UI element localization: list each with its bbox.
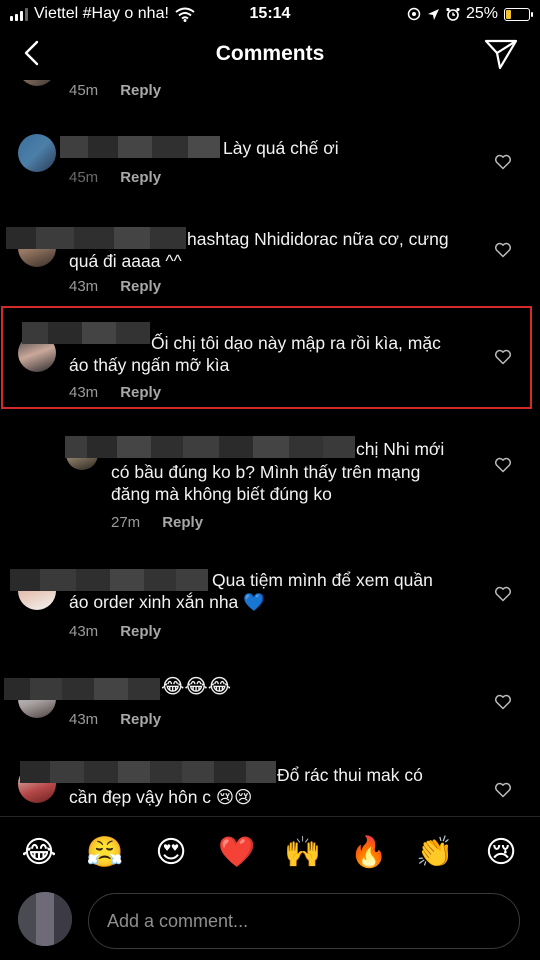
reply-button[interactable]: Reply [120, 711, 161, 728]
comment-time: 43m [69, 623, 99, 640]
battery-icon [504, 7, 533, 21]
comment-meta: 43m Reply [69, 278, 161, 295]
battery-percent: 25% [465, 5, 498, 22]
comment-meta: 45m Reply [69, 169, 161, 186]
heart-icon[interactable] [494, 585, 512, 603]
username-blurred[interactable] [65, 436, 355, 458]
comment-item: hashtag Nhididorac nữa cơ, cưng quá đi a… [0, 215, 540, 300]
reply-button[interactable]: Reply [120, 278, 161, 295]
comment-text-line1: Qua tiệm mình để xem quần [212, 570, 433, 590]
username-blurred[interactable] [4, 678, 160, 700]
reply-button[interactable]: Reply [162, 514, 203, 531]
emoji-triumph-button[interactable]: 😤 [85, 837, 125, 868]
comment-text-line1: hashtag Nhididorac nữa cơ, cưng [187, 229, 449, 249]
emoji-fire-button[interactable]: 🔥 [349, 837, 389, 868]
heart-icon[interactable] [494, 153, 512, 171]
username-blurred[interactable] [22, 322, 150, 344]
comment-text-line1: chị Nhi mới [356, 439, 445, 459]
comment-text-line2: quá đi aaaa ^^ [69, 251, 182, 271]
quick-emoji-bar: 😂 😤 😍 ❤️ 🙌 🔥 👏 😢 [0, 816, 540, 888]
heart-icon[interactable] [494, 456, 512, 474]
emoji-red-heart-button[interactable]: ❤️ [217, 837, 257, 868]
emoji-heart-eyes-button[interactable]: 😍 [151, 837, 191, 868]
reply-button[interactable]: Reply [120, 82, 161, 99]
comments-list: 45m Reply Lày quá chế ơi 45m Reply hasht… [0, 80, 540, 816]
comment-time: 43m [69, 711, 99, 728]
page-title: Comments [215, 42, 325, 65]
comment-meta: 43m Reply [69, 711, 161, 728]
emoji-raised-hands-button[interactable]: 🙌 [283, 837, 323, 868]
username-blurred[interactable] [60, 136, 220, 158]
reply-button[interactable]: Reply [120, 384, 161, 401]
comment-item-highlighted: Ối chị tôi dạo này mập ra rồi kìa, mặc á… [0, 320, 540, 405]
username-blurred[interactable] [6, 227, 186, 249]
my-avatar [18, 892, 72, 946]
avatar[interactable] [18, 134, 56, 172]
comment-input[interactable]: Add a comment... [88, 893, 520, 949]
comment-time: 43m [69, 384, 99, 401]
comment-item: Qua tiệm mình để xem quần áo order xinh … [0, 560, 540, 645]
comment-text-line2: áo order xinh xắn nha 💙 [69, 592, 265, 612]
location-icon [407, 7, 421, 21]
reply-button[interactable]: Reply [120, 623, 161, 640]
comment-text-line3: đăng mà không biết đúng ko [111, 484, 332, 504]
comment-input-row: Add a comment... [0, 888, 540, 960]
comment-text-line1: 😂😂😂 [161, 676, 232, 698]
status-bar: Viettel #Hay o nha! 15:14 25% [0, 0, 540, 28]
comment-meta: 43m Reply [69, 384, 161, 401]
comment-text: Lày quá chế ơi [223, 138, 339, 158]
header: Comments [0, 28, 540, 80]
comment-text-line2: cần đẹp vậy hôn c 😢😢 [69, 787, 253, 807]
comment-text-line2: áo thấy ngấn mỡ kìa [69, 355, 230, 375]
heart-icon[interactable] [494, 781, 512, 799]
comment-time: 45m [69, 169, 99, 186]
comment-text-line1: Ối chị tôi dạo này mập ra rồi kìa, mặc [151, 333, 441, 353]
emoji-clap-button[interactable]: 👏 [415, 837, 455, 868]
comment-item: Lày quá chế ơi 45m Reply [0, 130, 540, 190]
heart-icon[interactable] [494, 693, 512, 711]
emoji-cry-button[interactable]: 😢 [481, 837, 521, 868]
emoji-joy-button[interactable]: 😂 [19, 837, 59, 868]
comment-item: 😂😂😂 43m Reply [0, 670, 540, 740]
comment-text-line2: có bầu đúng ko b? Mình thấy trên mạng [111, 462, 421, 482]
reply-comment-item: chị Nhi mới có bầu đúng ko b? Mình thấy … [0, 430, 540, 540]
paper-plane-icon[interactable] [484, 38, 518, 70]
username-blurred[interactable] [20, 761, 276, 783]
comment-item: 45m Reply [0, 80, 540, 100]
comment-meta: 45m Reply [69, 82, 161, 99]
alarm-icon [446, 7, 460, 21]
comment-time: 27m [111, 514, 141, 531]
status-right: 25% [407, 5, 533, 23]
heart-icon[interactable] [494, 241, 512, 259]
comment-time: 43m [69, 278, 99, 295]
comment-meta: 27m Reply [111, 514, 203, 531]
navigation-arrow-icon [427, 8, 439, 20]
avatar[interactable] [18, 80, 56, 86]
comment-time: 45m [69, 82, 99, 99]
heart-icon[interactable] [494, 348, 512, 366]
username-blurred[interactable] [10, 569, 208, 591]
reply-button[interactable]: Reply [120, 169, 161, 186]
comment-text-line1: Đổ rác thui mak có [277, 765, 423, 785]
comment-meta: 43m Reply [69, 623, 161, 640]
comment-item: Đổ rác thui mak có cần đẹp vậy hôn c 😢😢 [0, 755, 540, 816]
